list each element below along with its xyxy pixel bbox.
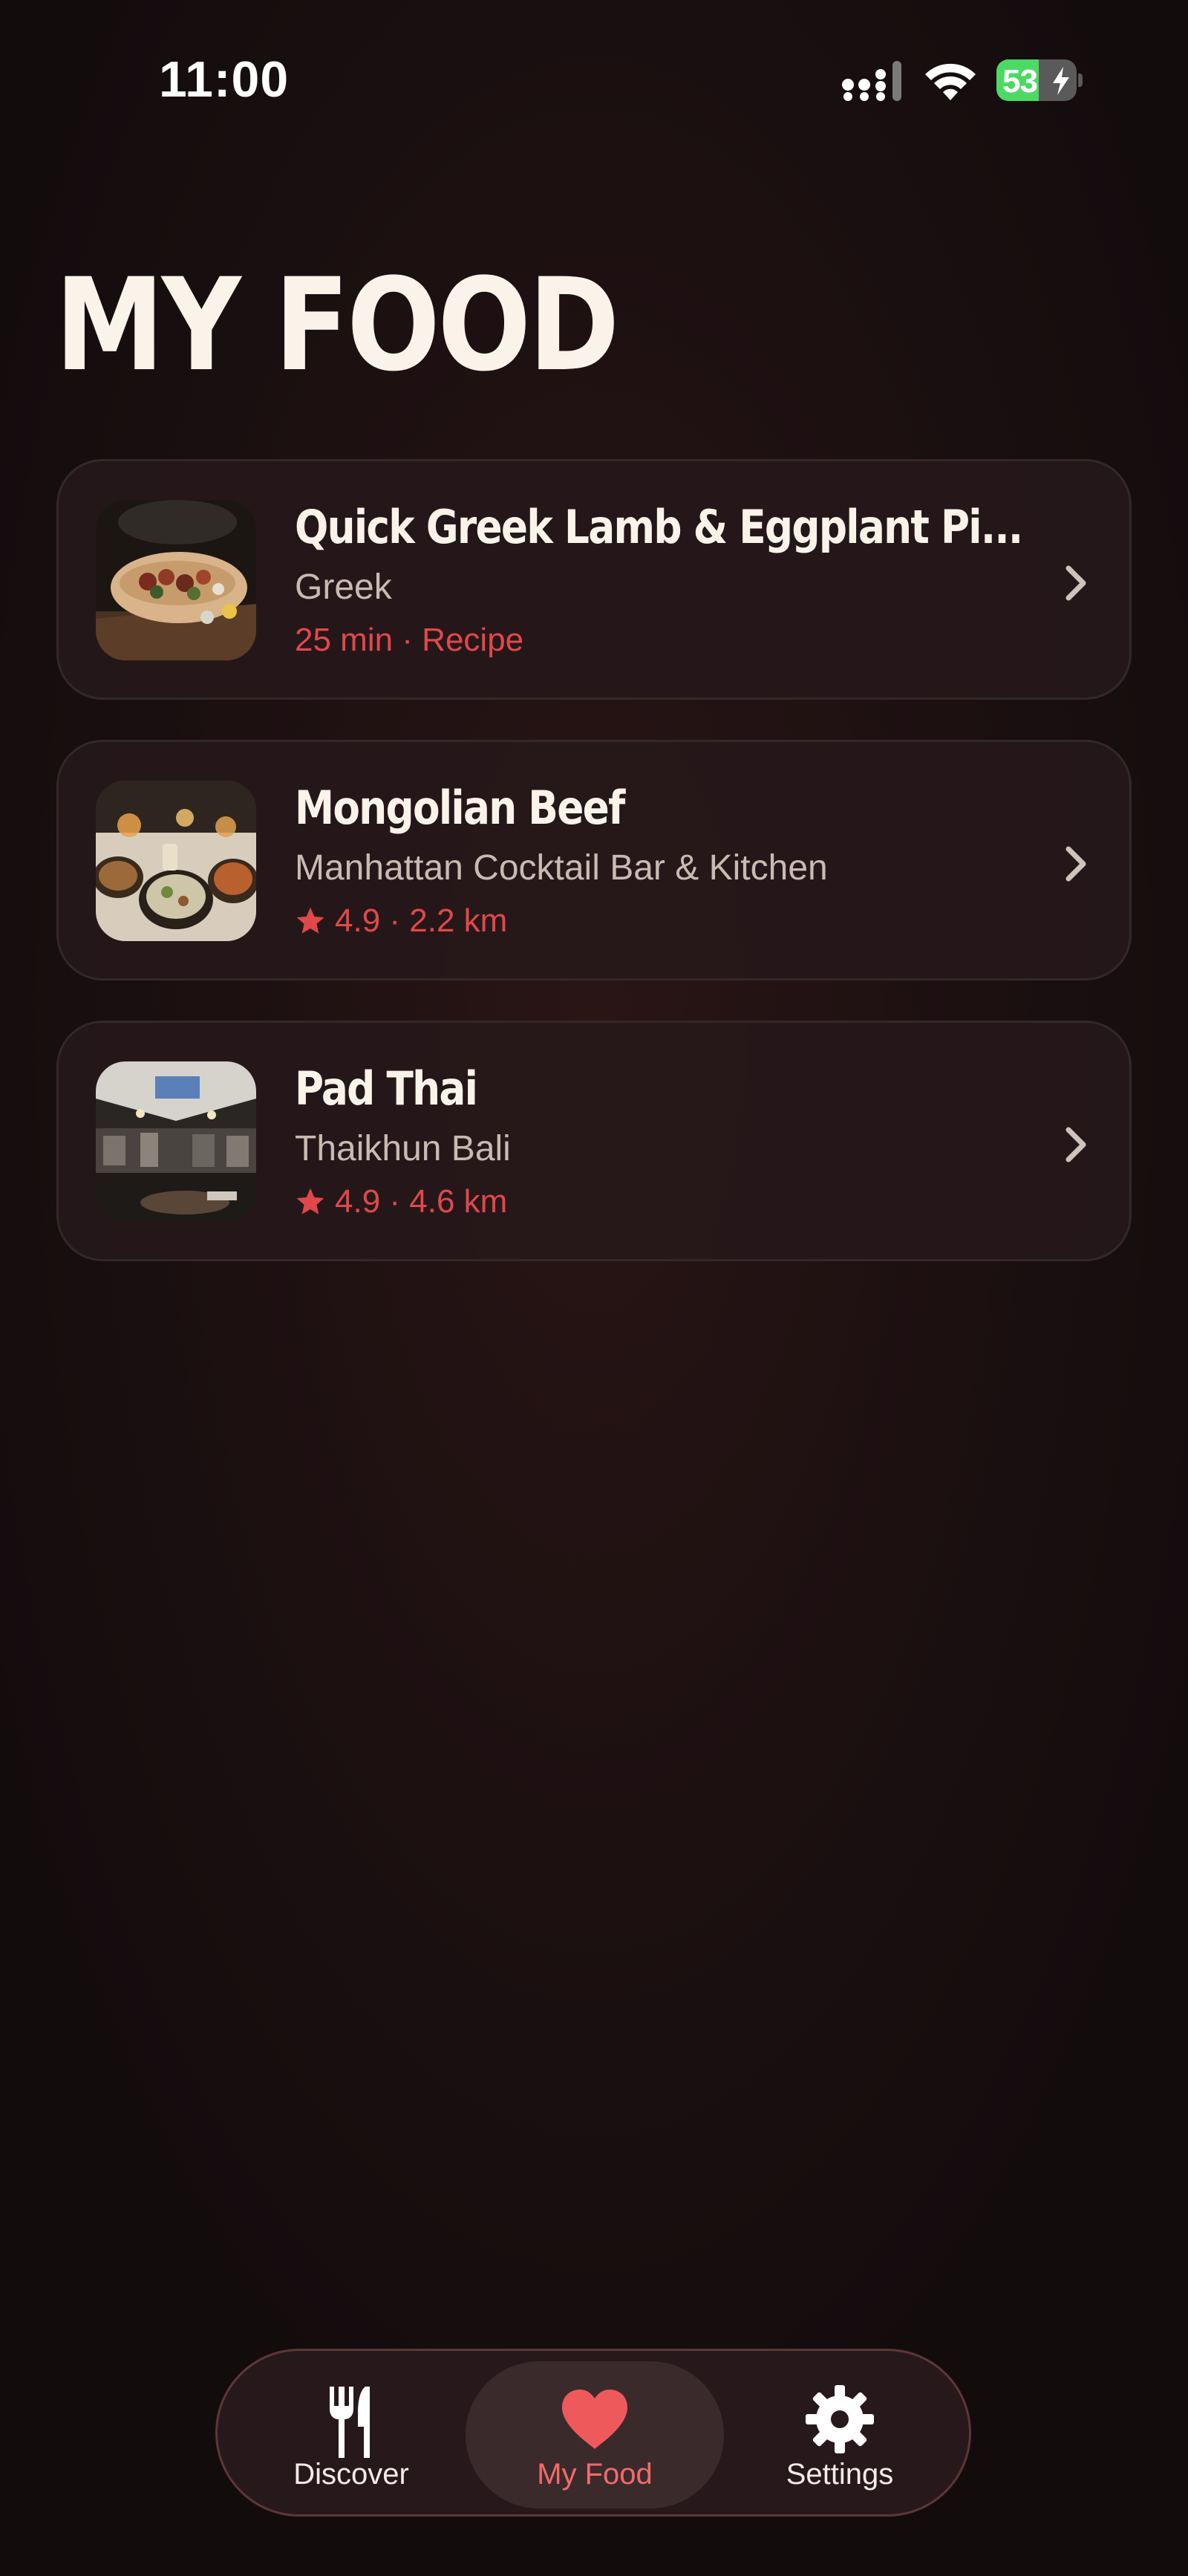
fork-knife-icon — [330, 2387, 370, 2458]
page-title: MY FOOD — [55, 250, 619, 400]
food-name: Mongolian Beef — [295, 781, 625, 835]
restaurant-name: Manhattan Cocktail Bar & Kitchen — [295, 848, 828, 888]
food-name: Quick Greek Lamb & Eggplant Pi... — [295, 500, 1023, 554]
food-meta-text: 4.9 · 2.2 km — [335, 902, 508, 939]
tab-label: Discover — [293, 2458, 409, 2491]
tab-my-food[interactable]: My Food — [466, 2361, 724, 2508]
wifi-icon — [925, 63, 976, 100]
status-bar: 11:00 53 — [0, 0, 1188, 160]
tab-label: My Food — [537, 2458, 653, 2491]
food-meta: 25 min · Recipe — [295, 622, 523, 659]
food-cuisine: Greek — [295, 567, 392, 607]
charging-bolt-icon — [1053, 67, 1069, 95]
battery-level: 53 — [1002, 63, 1038, 100]
food-card-pad-thai[interactable]: Pad Thai Thaikhun Bali 4.9 · 4.6 km — [56, 1021, 1132, 1261]
tab-settings[interactable]: Settings — [728, 2361, 951, 2508]
signal-icon — [842, 61, 901, 101]
tab-discover[interactable]: Discover — [240, 2361, 463, 2508]
restaurant-name: Thaikhun Bali — [295, 1129, 511, 1168]
gear-icon — [806, 2385, 874, 2453]
food-name: Pad Thai — [295, 1061, 478, 1116]
battery-icon: 53 — [996, 59, 1083, 101]
food-card-greek-lamb[interactable]: Quick Greek Lamb & Eggplant Pi... Greek … — [56, 459, 1132, 700]
food-list: Quick Greek Lamb & Eggplant Pi... Greek … — [56, 459, 1132, 1301]
tab-bar: Discover My Food Settings — [215, 2349, 971, 2517]
food-card-mongolian-beef[interactable]: Mongolian Beef Manhattan Cocktail Bar & … — [56, 740, 1132, 980]
restaurant-interior-photo — [96, 1061, 256, 1222]
chevron-right-icon — [1065, 565, 1086, 601]
food-meta: 4.9 · 4.6 km — [295, 1183, 507, 1220]
star-icon — [296, 907, 324, 934]
restaurant-table-dishes-photo — [96, 781, 256, 941]
star-icon — [296, 1188, 324, 1214]
food-meta: 4.9 · 2.2 km — [295, 902, 507, 940]
chevron-right-icon — [1065, 846, 1086, 882]
heart-icon — [562, 2390, 627, 2449]
food-meta-text: 4.9 · 4.6 km — [335, 1183, 508, 1220]
food-meta-text: 25 min · Recipe — [295, 622, 524, 658]
pita-with-lamb-eggplant-photo — [96, 500, 256, 660]
chevron-right-icon — [1065, 1127, 1086, 1162]
tab-label: Settings — [786, 2458, 894, 2491]
status-time: 11:00 — [159, 51, 290, 108]
